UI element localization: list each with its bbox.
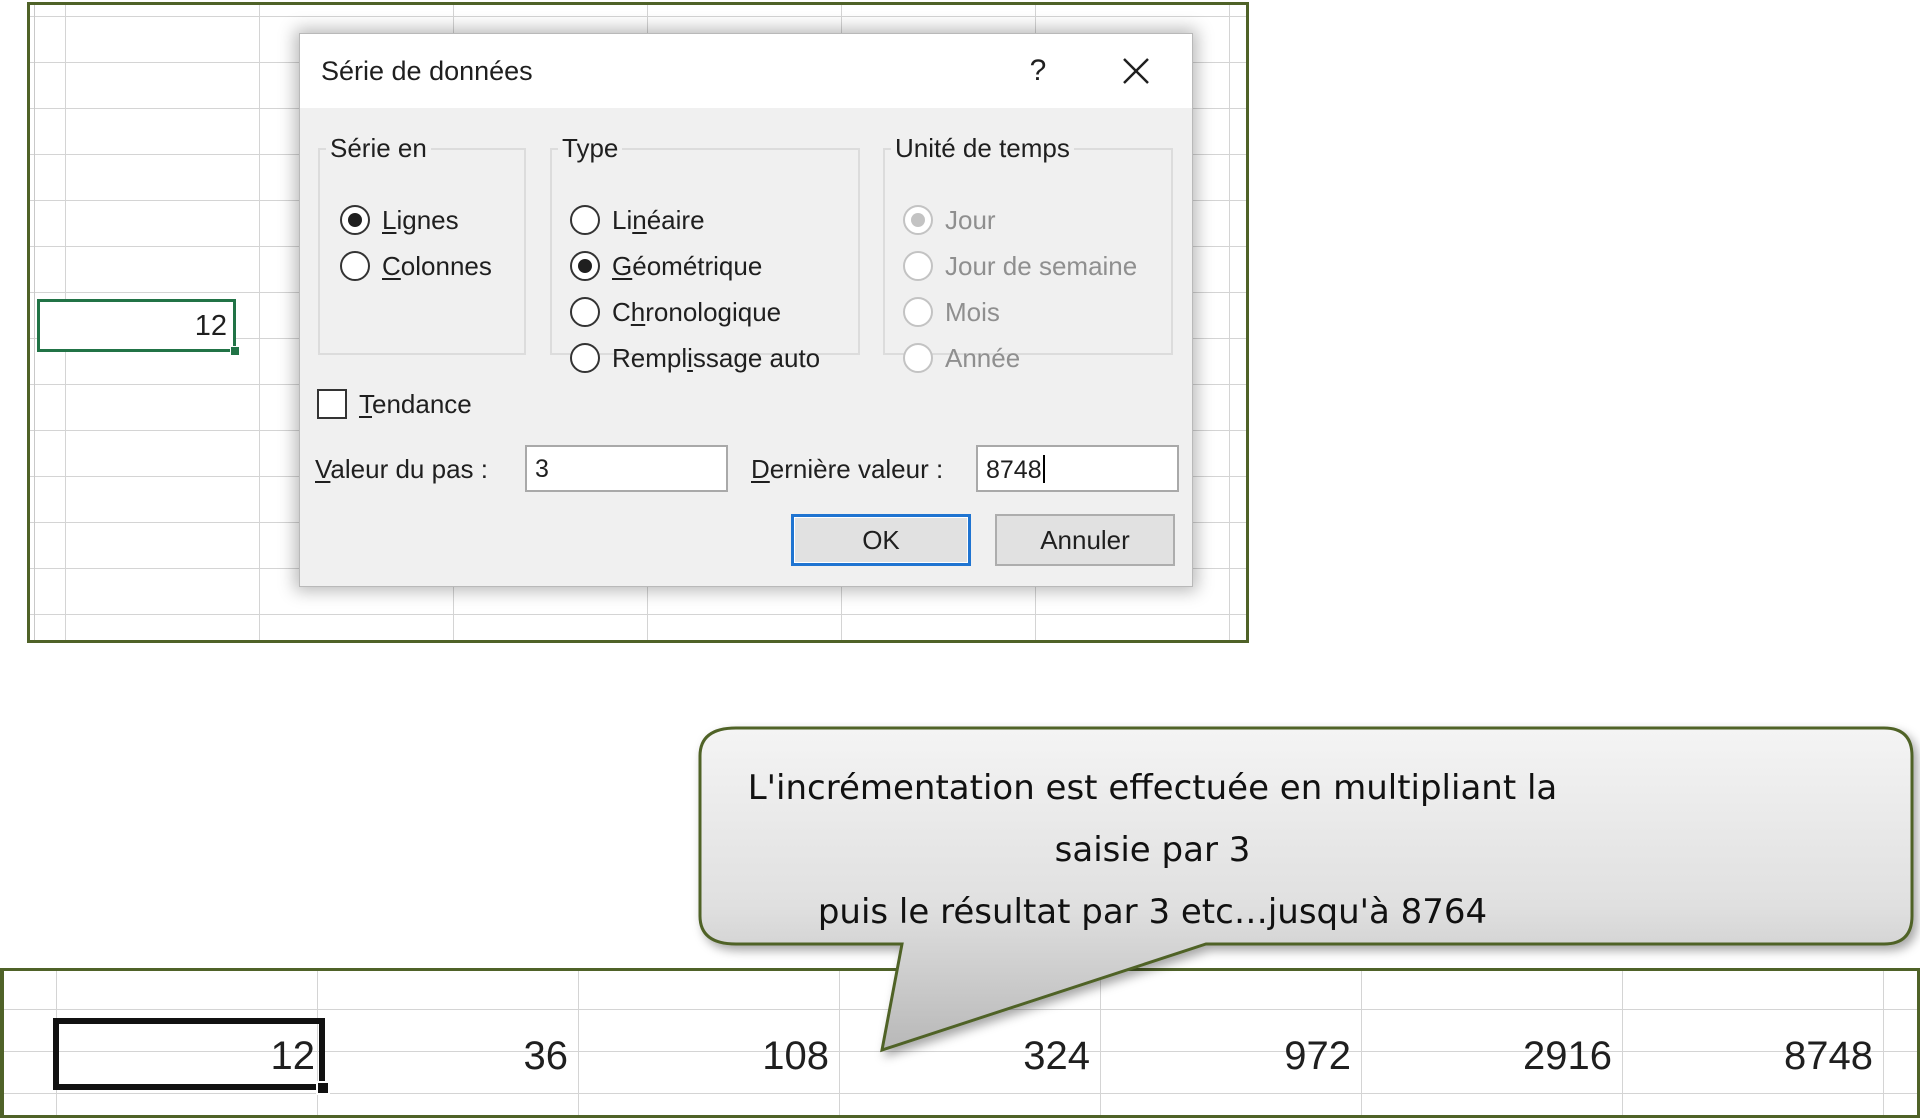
radio-jour-label: Jour (945, 204, 996, 235)
radio-chronologique[interactable]: Chronologique (570, 292, 781, 332)
radio-lignes[interactable]: Lignes (340, 200, 459, 240)
derniere-valeur-label: Dernière valeur : (751, 454, 944, 484)
result-cell-6[interactable]: 2916 (1361, 1018, 1622, 1090)
radio-lignes-indicator[interactable] (340, 205, 370, 235)
radio-geometrique[interactable]: Géométrique (570, 246, 762, 286)
valeur-du-pas-label: Valeur du pas : (315, 454, 488, 484)
radio-jour-de-semaine-indicator (903, 251, 933, 281)
tendance-checkbox-row[interactable]: Tendance (317, 386, 472, 422)
radio-lineaire[interactable]: Linéaire (570, 200, 705, 240)
radio-jour-de-semaine: Jour de semaine (903, 246, 1137, 286)
radio-mois: Mois (903, 292, 1000, 332)
result-cell-2[interactable]: 36 (317, 1018, 578, 1090)
radio-annee-indicator (903, 343, 933, 373)
radio-colonnes-label: Colonnes (382, 250, 492, 281)
result-cell-3[interactable]: 108 (578, 1018, 839, 1090)
type-group: Type Linéaire Géométrique Chronologique … (550, 133, 860, 373)
ok-button[interactable]: OK (791, 514, 971, 566)
callout-text: L'incrémentation est effectuée en multip… (710, 757, 1595, 943)
radio-chronologique-label: Chronologique (612, 296, 782, 327)
radio-jour: Jour (903, 200, 996, 240)
radio-annee: Année (903, 338, 1020, 378)
close-icon (1123, 58, 1149, 84)
radio-lineaire-label: Linéaire (612, 204, 705, 235)
radio-geometrique-indicator[interactable] (570, 251, 600, 281)
callout-line-2: puis le résultat par 3 etc…jusqu'à 8764 (817, 892, 1488, 932)
valeur-du-pas-input[interactable]: 3 (525, 445, 728, 492)
selected-cell[interactable]: 12 (37, 299, 240, 356)
selected-cell-value: 12 (194, 310, 227, 342)
unite-de-temps-group: Unité de temps Jour Jour de semaine Mois… (883, 133, 1173, 373)
callout-line-1: L'incrémentation est effectuée en multip… (747, 768, 1558, 870)
radio-colonnes[interactable]: Colonnes (340, 246, 492, 286)
radio-chronologique-indicator[interactable] (570, 297, 600, 327)
radio-lineaire-indicator[interactable] (570, 205, 600, 235)
unite-de-temps-legend: Unité de temps (895, 133, 1070, 163)
fill-handle[interactable] (230, 346, 240, 356)
derniere-valeur-input[interactable]: 8748 (976, 445, 1179, 492)
radio-mois-indicator (903, 297, 933, 327)
serie-en-legend: Série en (330, 133, 427, 163)
close-button[interactable] (1111, 48, 1161, 94)
radio-remplissage-auto-indicator[interactable] (570, 343, 600, 373)
radio-mois-label: Mois (945, 296, 1000, 327)
radio-jour-de-semaine-label: Jour de semaine (945, 250, 1138, 281)
radio-remplissage-auto-label: Remplissage auto (612, 342, 821, 373)
radio-jour-indicator (903, 205, 933, 235)
dialog-title: Série de données (321, 56, 533, 86)
tendance-label: Tendance (359, 388, 472, 419)
serie-en-group: Série en Lignes Colonnes (318, 133, 526, 355)
result-cell-1-value: 12 (270, 1034, 316, 1078)
cancel-button[interactable]: Annuler (995, 514, 1175, 566)
result-cell-7[interactable]: 8748 (1622, 1018, 1883, 1090)
radio-annee-label: Année (945, 342, 1021, 373)
result-cell-4[interactable]: 324 (839, 1018, 1100, 1090)
radio-geometrique-label: Géométrique (612, 250, 763, 281)
result-cell-5[interactable]: 972 (1100, 1018, 1361, 1090)
dialog-titlebar: Série de données ? (300, 34, 1192, 108)
serie-de-donnees-dialog: Série de données ? Série en Lignes Colon… (299, 33, 1193, 587)
radio-lignes-label: Lignes (382, 204, 459, 235)
result-cell-1[interactable]: 12 (53, 1018, 330, 1095)
sheet-left-edge (34, 5, 35, 640)
bottom-spreadsheet: 12 36 108 324 972 2916 8748 (0, 968, 1920, 1118)
radio-colonnes-indicator[interactable] (340, 251, 370, 281)
help-button[interactable]: ? (1015, 48, 1061, 94)
type-legend: Type (562, 133, 619, 163)
tendance-checkbox[interactable] (317, 389, 347, 419)
radio-remplissage-auto[interactable]: Remplissage auto (570, 338, 820, 378)
